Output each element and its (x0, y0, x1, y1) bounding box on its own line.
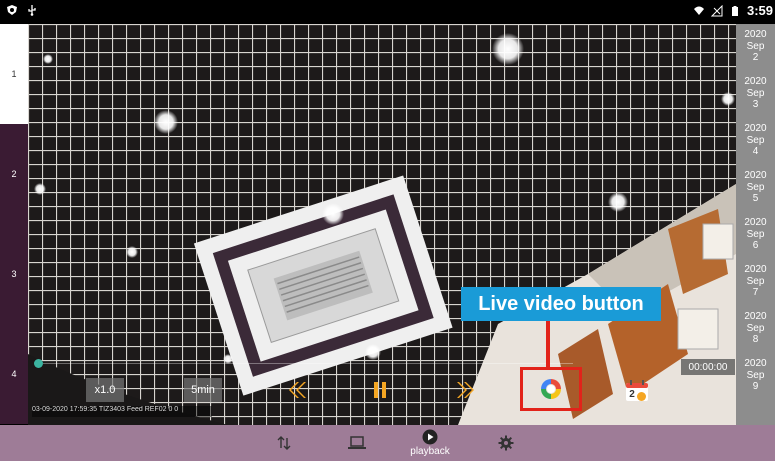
date-month: Sep (746, 87, 765, 99)
date-month: Sep (746, 40, 765, 52)
clock: 3:59 (746, 3, 773, 18)
date-day: 3 (752, 99, 759, 110)
date-item[interactable]: 2020 Sep 7 (736, 259, 775, 304)
date-year: 2020 (744, 217, 767, 228)
shield-icon (7, 5, 17, 15)
status-bar: 3:59 (0, 0, 775, 24)
date-day: 9 (752, 381, 759, 392)
speed-button[interactable]: x1.0 (86, 378, 124, 402)
channel-1[interactable]: 1 (0, 24, 28, 124)
date-year: 2020 (744, 76, 767, 87)
date-month: Sep (746, 228, 765, 240)
channel-3[interactable]: 3 (0, 224, 28, 324)
speed-label: x1.0 (94, 384, 116, 396)
date-year: 2020 (744, 123, 767, 134)
gear-icon (498, 435, 514, 451)
date-item[interactable]: 2020 Sep 6 (736, 212, 775, 257)
date-month: Sep (746, 134, 765, 146)
duration-button[interactable]: 5min (184, 378, 222, 402)
sort-arrows-icon (277, 436, 291, 450)
nav-playback-button[interactable]: playback (400, 425, 460, 461)
time-display-text: 00:00:00 (688, 361, 728, 373)
annotation-arrow (546, 321, 550, 369)
nav-playback-label: playback (410, 446, 450, 457)
channel-2[interactable]: 2 (0, 124, 28, 224)
date-day: 2 (752, 52, 759, 63)
camera-feed-image (28, 24, 736, 425)
channel-label: 3 (11, 269, 17, 279)
calendar-badge: 2 (629, 389, 635, 400)
wifi-icon (693, 6, 704, 15)
signal-icon (710, 4, 723, 16)
time-display: 00:00:00 (681, 359, 735, 375)
channel-4[interactable]: 4 (0, 324, 28, 424)
timeline-handle[interactable] (34, 359, 43, 368)
fast-forward-icon[interactable] (456, 380, 476, 400)
date-day: 7 (752, 287, 759, 298)
laptop-icon (348, 436, 366, 449)
nav-settings-button[interactable] (494, 425, 518, 461)
annotation-label: Live video button (461, 287, 661, 321)
nav-sort-button[interactable] (272, 425, 296, 461)
date-month: Sep (746, 181, 765, 193)
battery-icon (731, 5, 738, 16)
date-month: Sep (746, 322, 765, 334)
nav-device-button[interactable] (342, 425, 372, 461)
osd-text: 03-09-2020 17:59:35 TIZ3403 Feed REF02 0… (32, 406, 212, 417)
usb-icon (28, 5, 36, 16)
channel-label: 1 (11, 69, 17, 79)
pause-icon[interactable] (372, 380, 388, 400)
date-item[interactable]: 2020 Sep 9 (736, 353, 775, 398)
date-item[interactable]: 2020 Sep 5 (736, 165, 775, 210)
date-sidebar: 2020 Sep 2 2020 Sep 3 2020 Sep 4 2020 Sep 5 2020… (736, 24, 775, 425)
date-item[interactable]: 2020 Sep 3 (736, 71, 775, 116)
date-month: Sep (746, 369, 765, 381)
date-day: 4 (752, 146, 759, 157)
date-year: 2020 (744, 29, 767, 40)
date-month: Sep (746, 275, 765, 287)
channel-label: 2 (11, 169, 17, 179)
date-day: 6 (752, 240, 759, 251)
channel-label: 4 (11, 369, 17, 379)
date-item[interactable]: 2020 Sep 2 (736, 24, 775, 69)
date-day: 8 (752, 334, 759, 345)
calendar-dot (637, 392, 646, 401)
date-item[interactable]: 2020 Sep 4 (736, 118, 775, 163)
date-year: 2020 (744, 358, 767, 369)
timeline-track[interactable] (43, 363, 573, 364)
date-day: 5 (752, 193, 759, 204)
annotation-highlight-box (520, 367, 582, 411)
bottom-nav: playback (0, 425, 775, 461)
date-year: 2020 (744, 264, 767, 275)
date-year: 2020 (744, 311, 767, 322)
play-circle-icon (422, 429, 438, 445)
date-item[interactable]: 2020 Sep 8 (736, 306, 775, 351)
duration-label: 5min (191, 384, 215, 396)
rewind-icon[interactable] (287, 380, 307, 400)
video-player[interactable] (28, 24, 736, 425)
date-year: 2020 (744, 170, 767, 181)
channel-strip: 1 2 3 4 (0, 24, 28, 425)
